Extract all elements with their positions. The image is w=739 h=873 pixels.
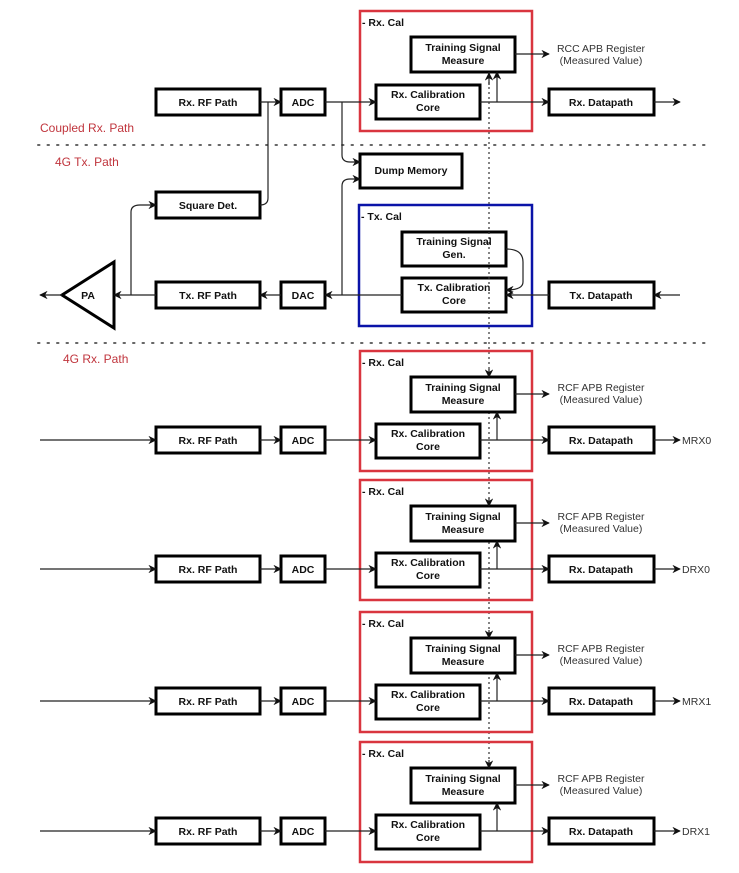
rx-datapath-label: Rx. Datapath — [569, 696, 633, 708]
dac-label: DAC — [292, 290, 315, 302]
tsm-label-2: Measure — [442, 656, 485, 668]
rx-cal-group-label: - Rx. Cal — [362, 486, 404, 498]
rx-core-label-1: Rx. Calibration — [391, 557, 465, 569]
tx-datapath-label: Tx. Datapath — [569, 290, 632, 302]
rx-datapath-label: Rx. Datapath — [569, 97, 633, 109]
tsm-label-1: Training Signal — [425, 643, 500, 655]
rx-core-label-2: Core — [416, 702, 440, 714]
adc-label: ADC — [292, 696, 315, 708]
calibration-block-diagram: - Rx. Cal Training Signal Measure Rx. Ca… — [37, 9, 713, 864]
rx-chain-drx0: - Rx. Cal Training SignalMeasure Rx. Calib… — [40, 478, 710, 602]
rx-datapath-label: Rx. Datapath — [569, 435, 633, 447]
register-note-2: (Measured Value) — [560, 785, 643, 797]
tsm-label-1: Training Signal — [425, 382, 500, 394]
rx-rf-path-label: Rx. RF Path — [179, 564, 238, 576]
section-label-tx: 4G Tx. Path — [55, 155, 119, 169]
tx-rf-path-label: Tx. RF Path — [179, 290, 237, 302]
register-note-1: RCC APB Register — [557, 43, 646, 55]
rx-chain-mrx0: - Rx. Cal Training SignalMeasure Rx. Calib… — [40, 349, 711, 473]
rx-core-label-2: Core — [416, 102, 440, 114]
rx-core-label-1: Rx. Calibration — [391, 89, 465, 101]
adc-label: ADC — [292, 564, 315, 576]
adc-label: ADC — [292, 826, 315, 838]
rx-chains: - Rx. CalTraining SignalMeasureRx. Calib… — [40, 349, 711, 864]
adc-label: ADC — [292, 435, 315, 447]
register-note-1: RCF APB Register — [558, 382, 645, 394]
output-port-label: DRX1 — [682, 826, 710, 838]
rx-datapath-label: Rx. Datapath — [569, 564, 633, 576]
rx-chain-drx1: - Rx. Cal Training SignalMeasure Rx. Calib… — [40, 740, 710, 864]
pa-label: PA — [81, 290, 95, 302]
rx-rf-path-label: Rx. RF Path — [179, 696, 238, 708]
register-note-2: (Measured Value) — [560, 655, 643, 667]
tx-core-label-2: Core — [442, 295, 466, 307]
rx-cal-group-label: - Rx. Cal — [362, 618, 404, 630]
rx-core-label-2: Core — [416, 570, 440, 582]
rx-cal-group-label: - Rx. Cal — [362, 17, 404, 29]
tsm-label-2: Measure — [442, 524, 485, 536]
rx-core-label-1: Rx. Calibration — [391, 819, 465, 831]
output-port-label: MRX0 — [682, 435, 711, 447]
output-port-label: MRX1 — [682, 696, 711, 708]
rx-rf-path-label: Rx. RF Path — [179, 826, 238, 838]
tsg-label-2: Gen. — [442, 249, 465, 261]
tsm-label-1: Training Signal — [425, 511, 500, 523]
tx-cal-group-label: - Tx. Cal — [361, 211, 402, 223]
register-note-1: RCF APB Register — [558, 643, 645, 655]
tsg-label-1: Training Signal — [416, 236, 491, 248]
tx-path: 4G Tx. Path Dump Memory Square Det. - Tx… — [39, 102, 680, 331]
rx-core-label-1: Rx. Calibration — [391, 689, 465, 701]
register-note-1: RCF APB Register — [558, 511, 645, 523]
tsm-label-2: Measure — [442, 395, 485, 407]
tsm-label-2: Measure — [442, 786, 485, 798]
section-label-rx: 4G Rx. Path — [63, 352, 128, 366]
rx-core-label-2: Core — [416, 441, 440, 453]
rx-rf-path-label: Rx. RF Path — [179, 97, 238, 109]
rx-rf-path-label: Rx. RF Path — [179, 435, 238, 447]
section-label-coupled-rx: Coupled Rx. Path — [40, 121, 134, 135]
dump-memory-label: Dump Memory — [375, 165, 448, 177]
rx-cal-group-label: - Rx. Cal — [362, 748, 404, 760]
coupled-rx-path: - Rx. Cal Training Signal Measure Rx. Ca… — [40, 9, 681, 135]
register-note-1: RCF APB Register — [558, 773, 645, 785]
register-note-2: (Measured Value) — [560, 55, 643, 67]
rx-datapath-label: Rx. Datapath — [569, 826, 633, 838]
register-note-2: (Measured Value) — [560, 523, 643, 535]
tsm-label-2: Measure — [442, 55, 485, 67]
rx-core-label-1: Rx. Calibration — [391, 428, 465, 440]
tsm-label-1: Training Signal — [425, 42, 500, 54]
rx-core-label-2: Core — [416, 832, 440, 844]
tsm-label-1: Training Signal — [425, 773, 500, 785]
adc-label: ADC — [292, 97, 315, 109]
square-det-label: Square Det. — [179, 200, 237, 212]
rx-chain-mrx1: - Rx. Cal Training SignalMeasure Rx. Calib… — [40, 610, 711, 734]
rx-cal-group-label: - Rx. Cal — [362, 357, 404, 369]
register-note-2: (Measured Value) — [560, 394, 643, 406]
output-port-label: DRX0 — [682, 564, 710, 576]
tx-core-label-1: Tx. Calibration — [418, 282, 491, 294]
